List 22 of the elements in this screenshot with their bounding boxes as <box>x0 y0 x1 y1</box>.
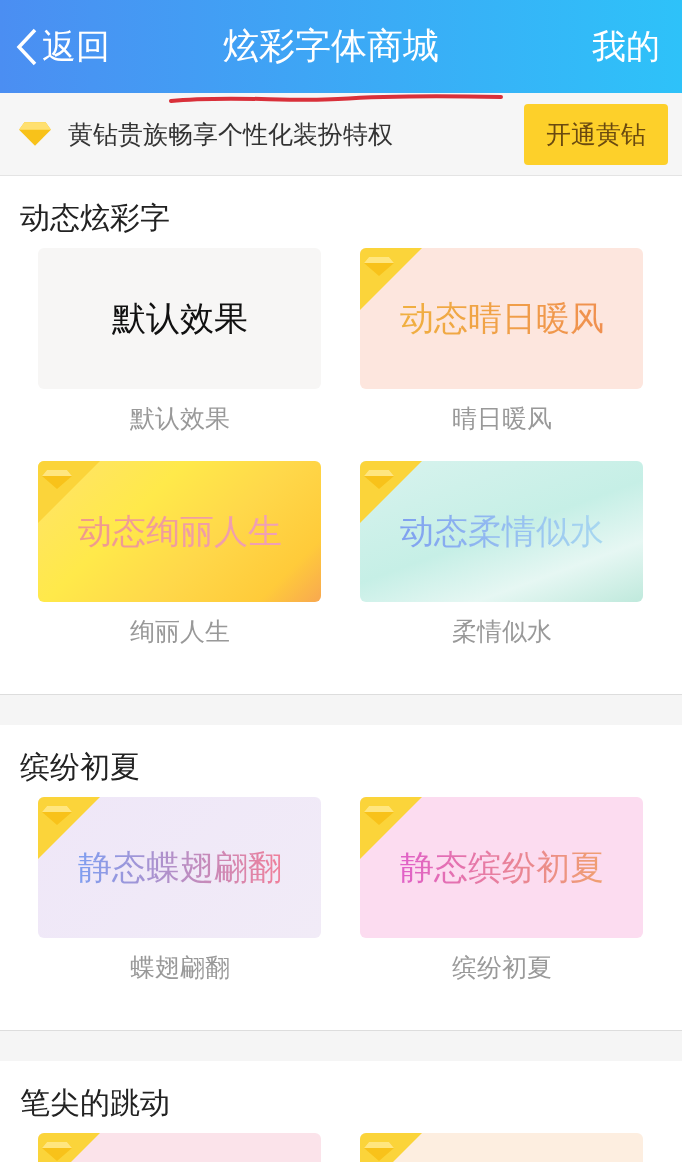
back-icon <box>16 26 38 67</box>
activate-button[interactable]: 开通黄钻 <box>524 103 668 165</box>
section-title: 动态炫彩字 <box>19 199 171 237</box>
back-button[interactable]: 返回 <box>16 23 110 70</box>
font-name: 晴日暖风 <box>451 403 552 435</box>
font-name: 默认效果 <box>129 403 230 435</box>
font-name: 柔情似水 <box>451 616 552 648</box>
font-preview-card[interactable]: 静态缤纷初夏 <box>360 797 643 938</box>
font-name: 蝶翅翩翻 <box>129 952 230 984</box>
section-title: 笔尖的跳动 <box>19 1084 171 1122</box>
font-preview-card[interactable]: 动态柔情似水 <box>360 461 643 602</box>
font-preview-card[interactable]: 动态晴日暖风 <box>360 248 643 389</box>
mine-link[interactable]: 我的 <box>592 23 660 70</box>
font-preview-card[interactable]: 动态绚丽人生 <box>38 461 321 602</box>
font-preview-card[interactable]: 默认效果 <box>38 248 321 389</box>
section-title: 缤纷初夏 <box>19 748 141 786</box>
font-name: 绚丽人生 <box>129 616 230 648</box>
diamond-icon <box>18 121 52 147</box>
page-title: 炫彩字体商城 <box>223 24 439 68</box>
font-name: 缤纷初夏 <box>451 952 552 984</box>
promo-text: 黄钻贵族畅享个性化装扮特权 <box>68 118 394 151</box>
font-preview-card[interactable]: 静态蝶翅翩翻 <box>38 797 321 938</box>
